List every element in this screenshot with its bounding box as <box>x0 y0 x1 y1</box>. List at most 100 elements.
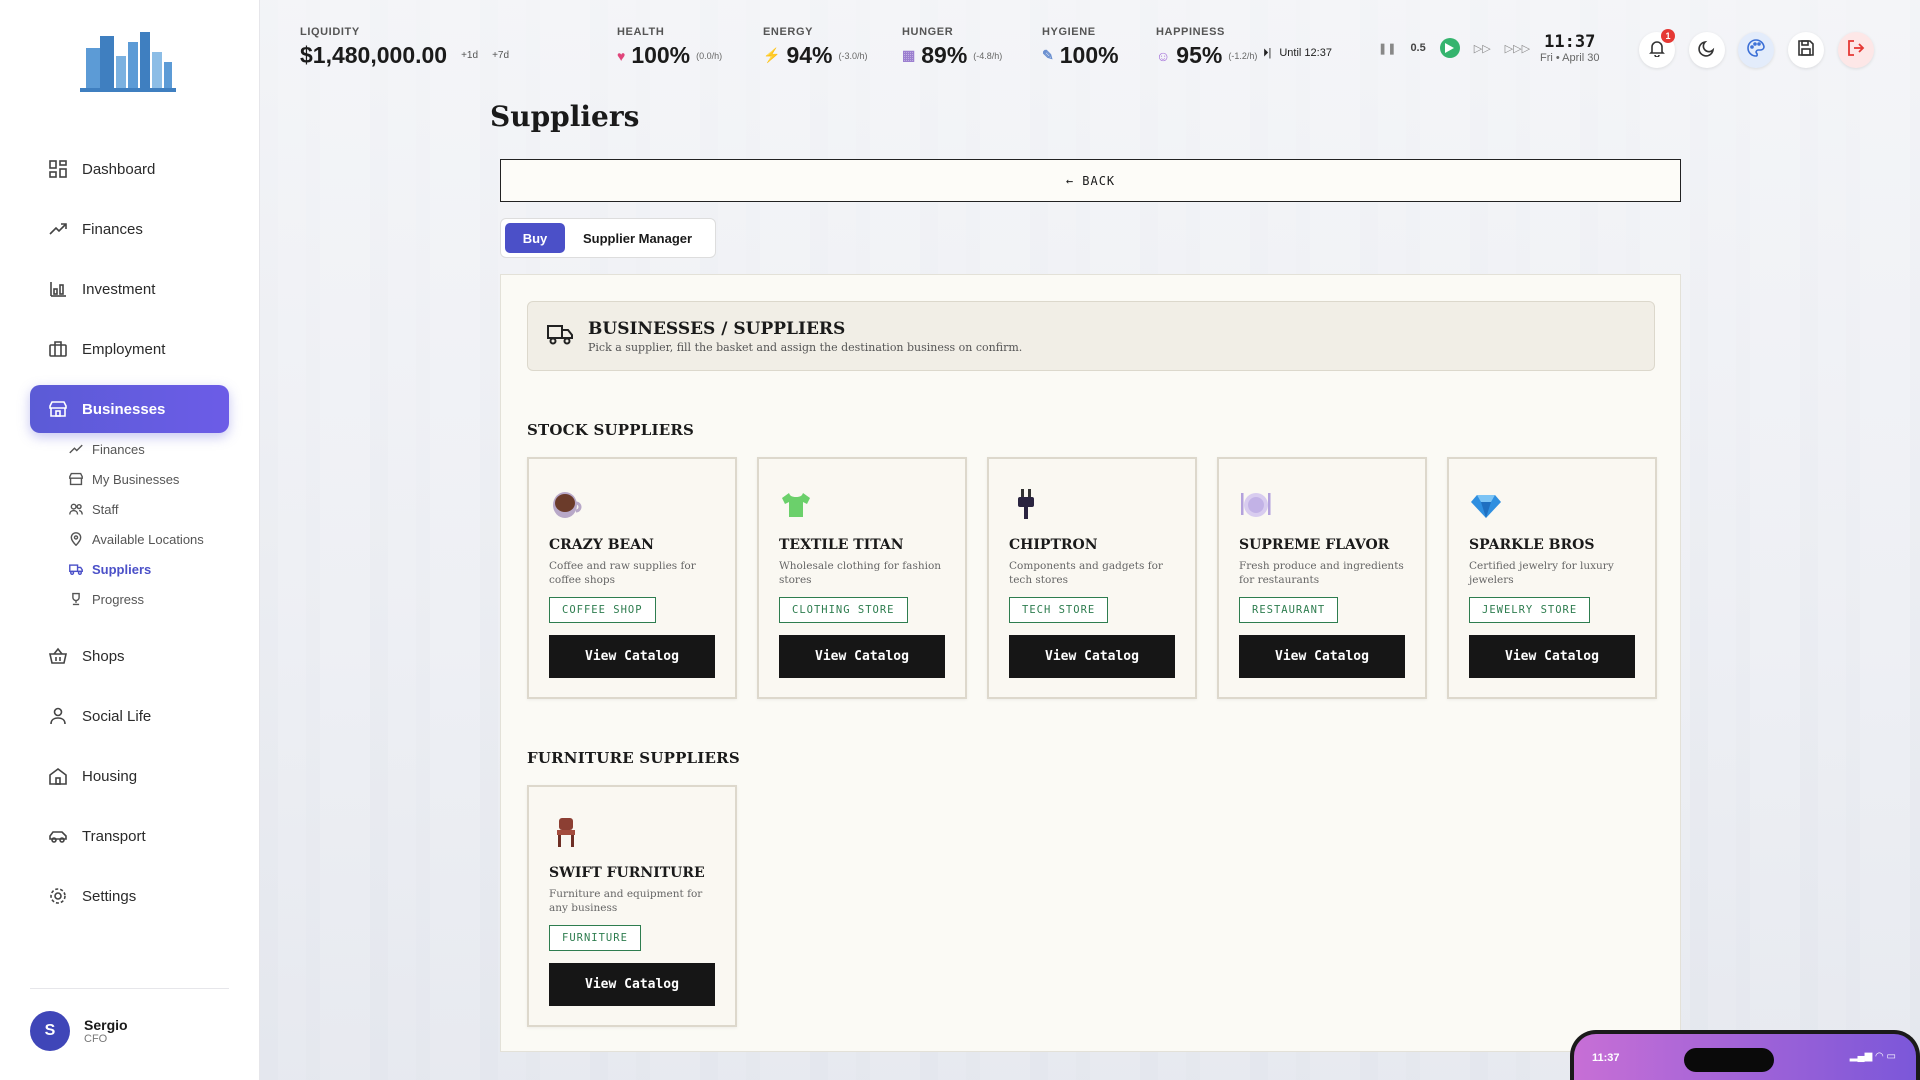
store-icon <box>48 399 68 419</box>
skip-icon: ⏵| <box>1263 46 1272 59</box>
speed-value: 0.5 <box>1410 42 1426 54</box>
view-catalog-button[interactable]: View Catalog <box>1009 635 1175 678</box>
subnav-item-finances[interactable]: Finances <box>68 434 204 464</box>
nav-label: Shops <box>82 647 125 665</box>
logout-button[interactable] <box>1838 32 1874 68</box>
health-label: HEALTH <box>617 26 665 38</box>
nav-item-finances[interactable]: Finances <box>30 205 229 253</box>
nav-item-transport[interactable]: Transport <box>30 812 229 860</box>
subnav-label: Progress <box>92 591 145 607</box>
dark-mode-button[interactable] <box>1689 32 1725 68</box>
until-label: Until 12:37 <box>1279 47 1332 59</box>
supplier-card: CHIPTRON Components and gadgets for tech… <box>987 457 1197 699</box>
phone-widget[interactable]: 11:37 ▂▄▆ ◠ ▭ <box>1570 1030 1920 1080</box>
supplier-description: Certified jewelry for luxury jewelers <box>1469 560 1614 586</box>
back-button[interactable]: ← BACK <box>500 159 1681 202</box>
health-delta: (0.0/h) <box>696 50 723 61</box>
supplier-name: CHIPTRON <box>1009 537 1098 553</box>
business-type-tag: FURNITURE <box>549 925 641 951</box>
tab-supplier-manager[interactable]: Supplier Manager <box>573 223 702 253</box>
palette-icon <box>1747 38 1765 62</box>
plus-7d-button[interactable]: +7d <box>492 50 509 61</box>
subnav-label: Staff <box>92 501 119 517</box>
nav-label: Dashboard <box>82 160 156 178</box>
plus-1d-button[interactable]: +1d <box>461 50 478 61</box>
hygiene-stat: HYGIENE ✎ 100% <box>1042 26 1119 69</box>
supplier-name: SWIFT FURNITURE <box>549 865 705 881</box>
suppliers-tabs: Buy Supplier Manager <box>500 218 716 258</box>
view-catalog-button[interactable]: View Catalog <box>779 635 945 678</box>
nav-item-settings[interactable]: Settings <box>30 872 229 920</box>
speed-controls: ❚❚ 0.5 ▷▷ ▷▷▷ <box>1378 38 1530 58</box>
location-icon <box>68 531 84 547</box>
view-catalog-button[interactable]: View Catalog <box>1469 635 1635 678</box>
header-title: BUSINESSES / SUPPLIERS <box>588 318 846 339</box>
subnav-item-suppliers[interactable]: Suppliers <box>68 554 204 584</box>
suppliers-header: BUSINESSES / SUPPLIERS Pick a supplier, … <box>527 301 1655 371</box>
subnav-item-my-businesses[interactable]: My Businesses <box>68 464 204 494</box>
plug-icon <box>1018 489 1034 519</box>
businesses-subnav: Finances My Businesses Staff Available L… <box>68 434 204 614</box>
nav-item-shops[interactable]: Shops <box>30 632 229 680</box>
energy-value: 94% <box>786 42 833 68</box>
skip-until-button[interactable]: ⏵| Until 12:37 <box>1263 42 1332 64</box>
clock-time: 11:37 <box>1544 32 1596 52</box>
nav-item-dashboard[interactable]: Dashboard <box>30 145 229 193</box>
user-profile[interactable]: S Sergio CFO <box>30 988 229 1051</box>
view-catalog-button[interactable]: View Catalog <box>549 635 715 678</box>
fast-forward-icon[interactable]: ▷▷ <box>1474 42 1491 55</box>
subnav-item-staff[interactable]: Staff <box>68 494 204 524</box>
truck-icon <box>68 561 84 577</box>
subnav-label: Available Locations <box>92 531 204 547</box>
furniture-suppliers-heading: FURNITURE SUPPLIERS <box>527 749 740 767</box>
pause-icon[interactable]: ❚❚ <box>1378 42 1396 55</box>
nav-item-employment[interactable]: Employment <box>30 325 229 373</box>
nav-item-social-life[interactable]: Social Life <box>30 692 229 740</box>
basket-icon <box>48 646 68 666</box>
suppliers-panel: BUSINESSES / SUPPLIERS Pick a supplier, … <box>500 274 1681 1052</box>
liquidity-value: $1,480,000.00 <box>300 42 448 68</box>
theme-button[interactable] <box>1738 32 1774 68</box>
signal-icon: ▂▄▆ ◠ ▭ <box>1849 1051 1896 1062</box>
faster-forward-icon[interactable]: ▷▷▷ <box>1505 42 1530 55</box>
nav-item-housing[interactable]: Housing <box>30 752 229 800</box>
view-catalog-button[interactable]: View Catalog <box>549 963 715 1006</box>
diamond-icon <box>1471 495 1501 518</box>
energy-delta: (-3.0/h) <box>838 50 868 61</box>
happiness-stat: HAPPINESS ☺ 95% (-1.2/h) <box>1156 26 1257 69</box>
supplier-name: CRAZY BEAN <box>549 537 654 553</box>
nav-item-businesses[interactable]: Businesses <box>30 385 229 433</box>
business-type-tag: JEWELRY STORE <box>1469 597 1591 623</box>
people-icon <box>68 501 84 517</box>
notifications-button[interactable]: 1 <box>1639 29 1675 68</box>
phone-dynamic-island <box>1684 1048 1774 1072</box>
supplier-description: Components and gadgets for tech stores <box>1009 560 1163 586</box>
avatar: S <box>30 1011 70 1051</box>
trending-up-icon <box>68 441 84 457</box>
car-icon <box>48 826 68 846</box>
view-catalog-button[interactable]: View Catalog <box>1239 635 1405 678</box>
page-title: Suppliers <box>490 100 640 133</box>
supplier-card: SWIFT FURNITURE Furniture and equipment … <box>527 785 737 1027</box>
briefcase-icon <box>48 339 68 359</box>
store-icon <box>68 471 84 487</box>
dashboard-icon <box>48 159 68 179</box>
notification-count-badge: 1 <box>1661 29 1675 43</box>
subnav-item-available-locations[interactable]: Available Locations <box>68 524 204 554</box>
nav-label: Employment <box>82 340 166 358</box>
supplier-name: SUPREME FLAVOR <box>1239 537 1390 553</box>
chart-icon <box>48 279 68 299</box>
nav-item-investment[interactable]: Investment <box>30 265 229 313</box>
heart-icon: ♥ <box>617 47 626 64</box>
subnav-item-progress[interactable]: Progress <box>68 584 204 614</box>
business-type-tag: RESTAURANT <box>1239 597 1339 623</box>
trophy-icon <box>68 591 84 607</box>
user-name: Sergio <box>84 1017 128 1033</box>
home-icon <box>48 766 68 786</box>
save-button[interactable] <box>1788 32 1824 68</box>
game-clock: 11:37 Fri • April 30 <box>1540 32 1599 64</box>
tab-buy[interactable]: Buy <box>505 223 565 253</box>
supplier-description: Coffee and raw supplies for coffee shops <box>549 560 696 586</box>
play-icon[interactable] <box>1439 38 1460 58</box>
moon-icon <box>1698 39 1716 62</box>
